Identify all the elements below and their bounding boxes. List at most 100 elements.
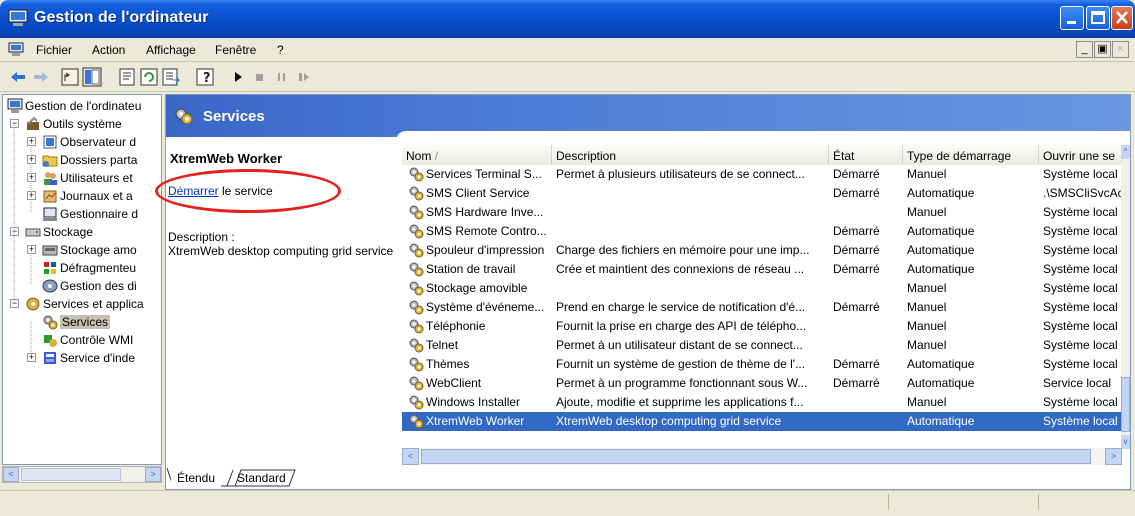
cell-name: Système d'événeme...: [426, 300, 545, 314]
column-header-logon[interactable]: Ouvrir une se: [1039, 145, 1130, 165]
column-header-startup-type[interactable]: Type de démarrage: [903, 145, 1039, 165]
show-hide-tree-icon[interactable]: [82, 67, 102, 87]
cell-logon: Service local: [1043, 376, 1112, 390]
cell-name: Spouleur d'impression: [426, 243, 545, 257]
scroll-thumb[interactable]: [21, 468, 121, 481]
cell-state: Démarré: [833, 357, 880, 371]
cell-state: Démarré: [833, 167, 880, 181]
cell-startup-type: Automatique: [907, 376, 975, 390]
service-row[interactable]: XtremWeb Worker XtremWeb desktop computin…: [402, 412, 1121, 431]
column-header-name[interactable]: Nom /: [402, 145, 552, 165]
gear-icon: [409, 338, 424, 353]
service-row[interactable]: Windows Installer Ajoute, modifie et supp…: [402, 393, 1121, 412]
cell-startup-type: Manuel: [907, 205, 947, 219]
mdi-restore-button[interactable]: ▣: [1094, 41, 1111, 58]
scroll-thumb[interactable]: [421, 449, 1091, 464]
cell-logon: Système local: [1043, 243, 1118, 257]
tab-standard[interactable]: Standard: [231, 468, 292, 488]
pause-icon[interactable]: [272, 67, 292, 87]
scroll-up-icon[interactable]: ^: [1121, 145, 1130, 159]
cell-state: Démarré: [833, 376, 880, 390]
gear-icon: [409, 376, 424, 391]
cell-logon: Système local: [1043, 167, 1118, 181]
console-icon[interactable]: [8, 42, 24, 57]
column-header-description[interactable]: Description: [552, 145, 829, 165]
column-header-state[interactable]: État: [829, 145, 903, 165]
service-row[interactable]: Téléphonie Fournit la prise en charge des…: [402, 317, 1121, 336]
close-button[interactable]: [1111, 6, 1133, 30]
service-row[interactable]: SMS Remote Contro... Démarré Automatique Sy…: [402, 222, 1121, 241]
cell-logon: Système local: [1043, 224, 1118, 238]
scroll-right-icon[interactable]: >: [145, 467, 161, 482]
service-row[interactable]: Services Terminal S... Permet à plusieurs…: [402, 165, 1121, 184]
tree-horizontal-scrollbar[interactable]: < >: [2, 466, 162, 483]
description-text: XtremWeb desktop computing grid service: [168, 244, 394, 258]
gear-icon: [409, 167, 424, 182]
cell-startup-type: Manuel: [907, 167, 947, 181]
tab-extended[interactable]: Étendu: [171, 468, 222, 488]
view-tabs: Étendu Standard: [165, 468, 465, 488]
menu-action[interactable]: Action: [92, 43, 125, 57]
gear-icon: [409, 414, 424, 429]
tree-item-label: Observateur d: [60, 135, 137, 149]
cell-name: SMS Hardware Inve...: [426, 205, 544, 219]
forward-arrow-icon[interactable]: [31, 67, 51, 87]
back-arrow-icon[interactable]: [8, 67, 28, 87]
title-bar[interactable]: Gestion de l'ordinateur: [0, 0, 1135, 38]
service-row[interactable]: Thèmes Fournit un système de gestion de t…: [402, 355, 1121, 374]
help-icon[interactable]: ?: [195, 67, 215, 87]
minimize-button[interactable]: [1060, 6, 1084, 30]
console-tree[interactable]: Gestion de l'ordinateu − Outils système …: [2, 94, 162, 465]
menu-fichier[interactable]: Fichier: [36, 43, 72, 57]
cell-startup-type: Manuel: [907, 300, 947, 314]
cell-logon: Système local: [1043, 395, 1118, 409]
service-row[interactable]: Système d'événeme... Prend en charge le s…: [402, 298, 1121, 317]
cell-startup-type: Manuel: [907, 338, 947, 352]
service-row[interactable]: Spouleur d'impression Charge des fichiers…: [402, 241, 1121, 260]
cell-name: WebClient: [426, 376, 482, 390]
service-row[interactable]: Stockage amovible Manuel Système local: [402, 279, 1121, 298]
tree-item-label: Services: [60, 315, 111, 329]
list-vertical-scrollbar[interactable]: ^ v: [1121, 145, 1130, 449]
properties-icon[interactable]: [117, 67, 137, 87]
gear-icon: [409, 319, 424, 334]
cell-name: Services Terminal S...: [426, 167, 542, 181]
cell-logon: Système local: [1043, 281, 1118, 295]
cell-name: XtremWeb Worker: [426, 414, 525, 428]
scroll-right-icon[interactable]: >: [1105, 448, 1122, 465]
menu-affichage[interactable]: Affichage: [146, 43, 196, 57]
scroll-left-icon[interactable]: <: [3, 467, 19, 482]
menu-fenetre[interactable]: Fenêtre: [215, 43, 256, 57]
maximize-button[interactable]: [1086, 6, 1110, 30]
list-horizontal-scrollbar[interactable]: < >: [402, 448, 1122, 465]
export-list-icon[interactable]: [161, 67, 181, 87]
cell-logon: Système local: [1043, 357, 1118, 371]
svg-text:?: ?: [203, 71, 211, 86]
banner-notch: [396, 131, 1130, 143]
up-folder-icon[interactable]: [60, 67, 80, 87]
stop-icon[interactable]: [250, 67, 270, 87]
cell-state: Démarré: [833, 186, 880, 200]
gear-icon: [409, 395, 424, 410]
refresh-icon[interactable]: [139, 67, 159, 87]
description-label: Description :: [168, 230, 235, 244]
scroll-thumb[interactable]: [1121, 377, 1130, 432]
start-icon[interactable]: [228, 67, 248, 87]
cell-name: SMS Client Service: [426, 186, 530, 200]
service-row[interactable]: Telnet Permet à un utilisateur distant de…: [402, 336, 1121, 355]
gear-icon: [409, 281, 424, 296]
service-row[interactable]: SMS Hardware Inve... Manuel Système local: [402, 203, 1121, 222]
mdi-minimize-button[interactable]: _: [1076, 41, 1093, 58]
service-row[interactable]: Station de travail Crée et maintient des …: [402, 260, 1121, 279]
tree-item-label: Dossiers parta: [60, 153, 138, 167]
scroll-left-icon[interactable]: <: [402, 448, 419, 465]
service-row[interactable]: WebClient Permet à un programme fonctionn…: [402, 374, 1121, 393]
menu-help[interactable]: ?: [277, 43, 284, 57]
cell-startup-type: Automatique: [907, 357, 975, 371]
service-row[interactable]: SMS Client Service Démarré Automatique .\SM…: [402, 184, 1121, 203]
mdi-close-button[interactable]: ×: [1112, 41, 1129, 58]
cell-startup-type: Automatique: [907, 262, 975, 276]
scroll-down-icon[interactable]: v: [1121, 435, 1130, 449]
services-list[interactable]: Nom / Description État Type de démarrage…: [402, 145, 1130, 465]
restart-icon[interactable]: [294, 67, 314, 87]
